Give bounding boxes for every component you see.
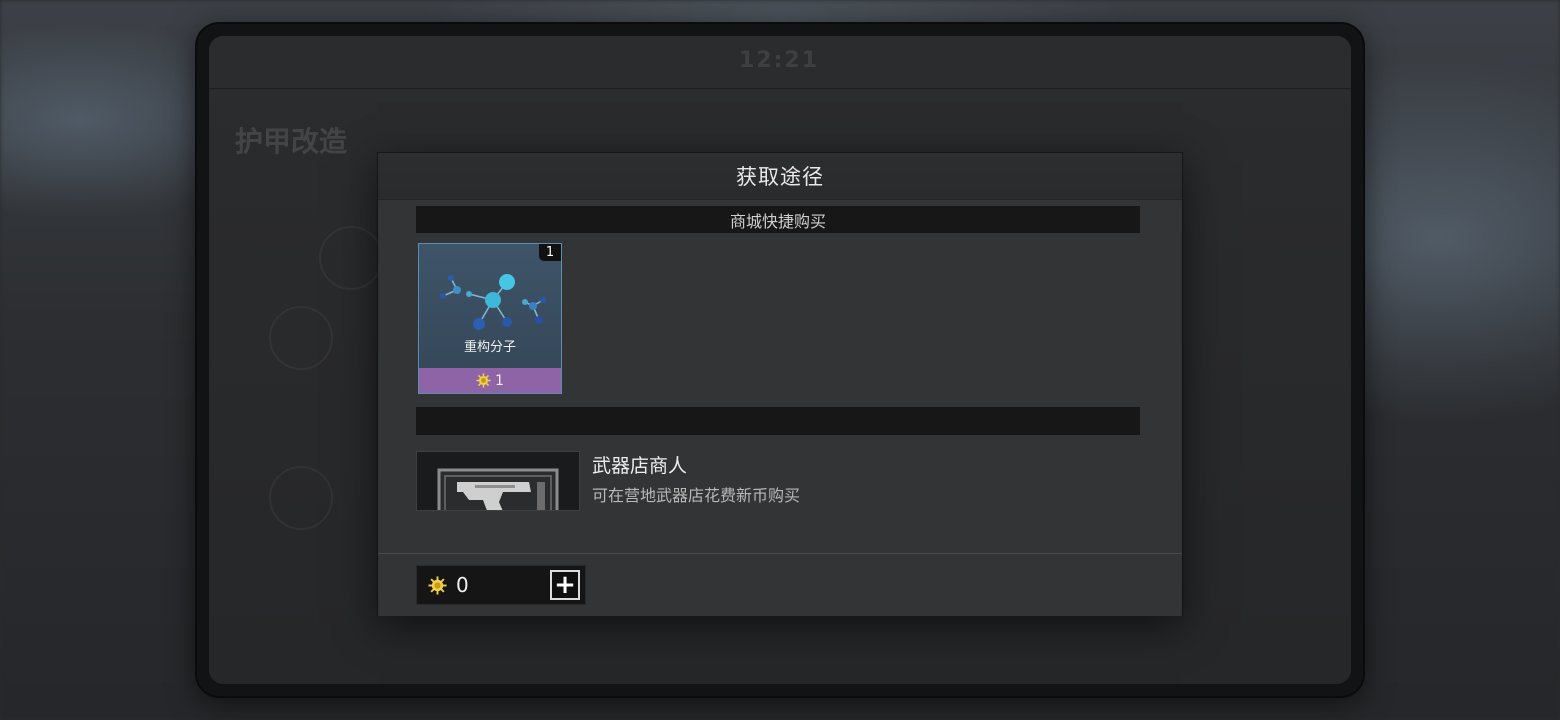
- currency-value: 0: [456, 573, 469, 597]
- item-price-bar: 1: [419, 368, 561, 393]
- modal-title: 获取途径: [736, 165, 824, 189]
- background-slot-circle: [269, 466, 333, 530]
- pistol-icon: [437, 468, 559, 510]
- item-name: 重构分子: [463, 340, 516, 355]
- modal-header: 获取途径: [378, 153, 1182, 200]
- item-price: 1: [495, 372, 504, 389]
- background-slot-circle: [269, 306, 333, 370]
- plus-icon: +: [554, 570, 576, 600]
- background-clock: 12:21: [739, 48, 820, 73]
- acquisition-source-row[interactable]: 武器店商人 可在营地武器店花费新币购买: [416, 451, 1140, 511]
- gold-coin-icon: [476, 373, 491, 388]
- shop-section-header: 商城快捷购买: [416, 206, 1140, 233]
- item-count-badge: 1: [539, 244, 561, 261]
- currency-display: 0 +: [416, 565, 586, 605]
- acquisition-modal: 获取途径 商城快捷购买 1 重构分子 1 武器店商人 可在营地武器店花费新币购买…: [378, 153, 1182, 616]
- source-name: 武器店商人: [592, 455, 688, 477]
- shop-section-label: 商城快捷购买: [729, 211, 826, 231]
- background-page-title: 护甲改造: [235, 125, 348, 158]
- background-slot-circle: [319, 226, 383, 290]
- gold-coin-icon: [428, 576, 447, 595]
- source-thumbnail[interactable]: [416, 451, 580, 511]
- add-currency-button[interactable]: +: [550, 570, 580, 600]
- shop-item-card[interactable]: 1 重构分子 1: [418, 243, 562, 394]
- modal-footer: 0 +: [378, 553, 1182, 616]
- molecule-icon: [440, 274, 546, 330]
- source-description: 可在营地武器店花费新币购买: [592, 486, 801, 505]
- source-section-header: [416, 407, 1140, 435]
